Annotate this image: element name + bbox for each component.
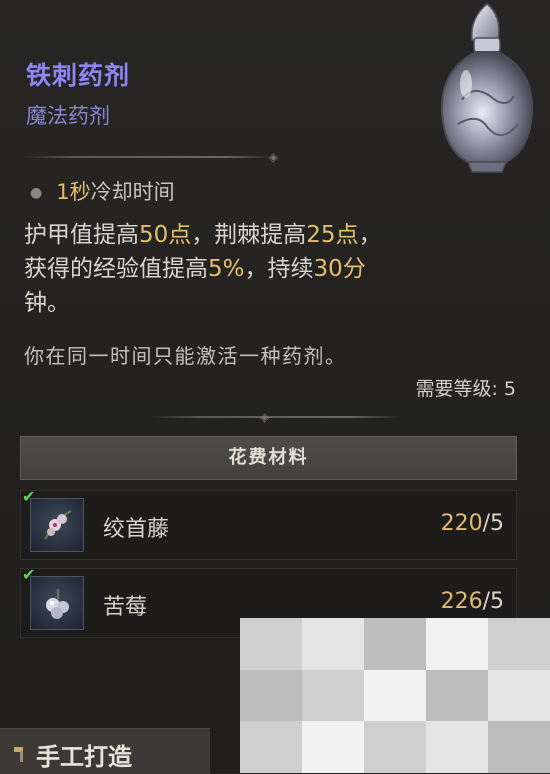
material-need: /5	[482, 511, 504, 536]
berry-icon	[30, 576, 84, 630]
item-type: 魔法药剂	[26, 104, 110, 128]
thorns-prefix: ，荆棘提高	[191, 222, 307, 248]
cooldown-label: 冷却时间	[90, 180, 175, 204]
materials-header: 花费材料	[20, 436, 517, 480]
pixelated-overlay	[240, 618, 550, 773]
thorns-suffix: ，	[358, 222, 382, 248]
craft-label: 手工打造	[36, 743, 132, 771]
material-have: 226	[440, 589, 483, 614]
potion-limit-note: 你在同一时间只能激活一种药剂。	[24, 344, 347, 368]
cooldown-stat: ● 1秒冷却时间	[30, 176, 175, 206]
divider-middle: ◈	[150, 410, 400, 424]
duration-value: 30分	[313, 256, 366, 282]
material-name: 苦莓	[103, 595, 148, 620]
thorns-value: 25点	[306, 222, 359, 248]
material-name: 绞首藤	[103, 517, 170, 542]
xp-value: 5%	[208, 256, 245, 282]
material-count: 220/5	[441, 511, 504, 536]
material-need: /5	[482, 589, 504, 614]
material-row-strangleweed[interactable]: ✔ 绞首藤 220/5	[20, 487, 517, 560]
bullet-icon: ●	[30, 185, 43, 201]
item-title: 铁刺药剂	[26, 61, 131, 90]
duration-prefix: ，持续	[244, 256, 314, 282]
armor-prefix: 护甲值提高	[24, 222, 139, 248]
requirement-met-check-icon: ✔	[22, 487, 36, 506]
xp-prefix: 获得的经验值提高	[24, 256, 208, 282]
plant-icon	[30, 498, 84, 552]
divider-ornament-icon: ◈	[260, 410, 270, 424]
cooldown-value: 1秒	[56, 180, 91, 204]
divider-ornament-icon: ◈	[268, 150, 278, 164]
level-requirement: 需要等级: 5	[415, 378, 516, 400]
requirement-met-check-icon: ✔	[22, 565, 36, 584]
armor-value: 50点	[139, 222, 192, 248]
craft-button[interactable]: 手工打造	[0, 728, 210, 774]
divider-top: ◈	[22, 150, 278, 164]
item-description: 护甲值提高50点，荆棘提高25点， 获得的经验值提高5%，持续30分 钟。	[24, 218, 484, 320]
potion-bottle-icon	[440, 3, 534, 173]
duration-suffix: 钟。	[24, 290, 70, 316]
material-have: 220	[440, 511, 483, 536]
hammer-icon	[14, 747, 23, 762]
material-count: 226/5	[441, 589, 504, 614]
